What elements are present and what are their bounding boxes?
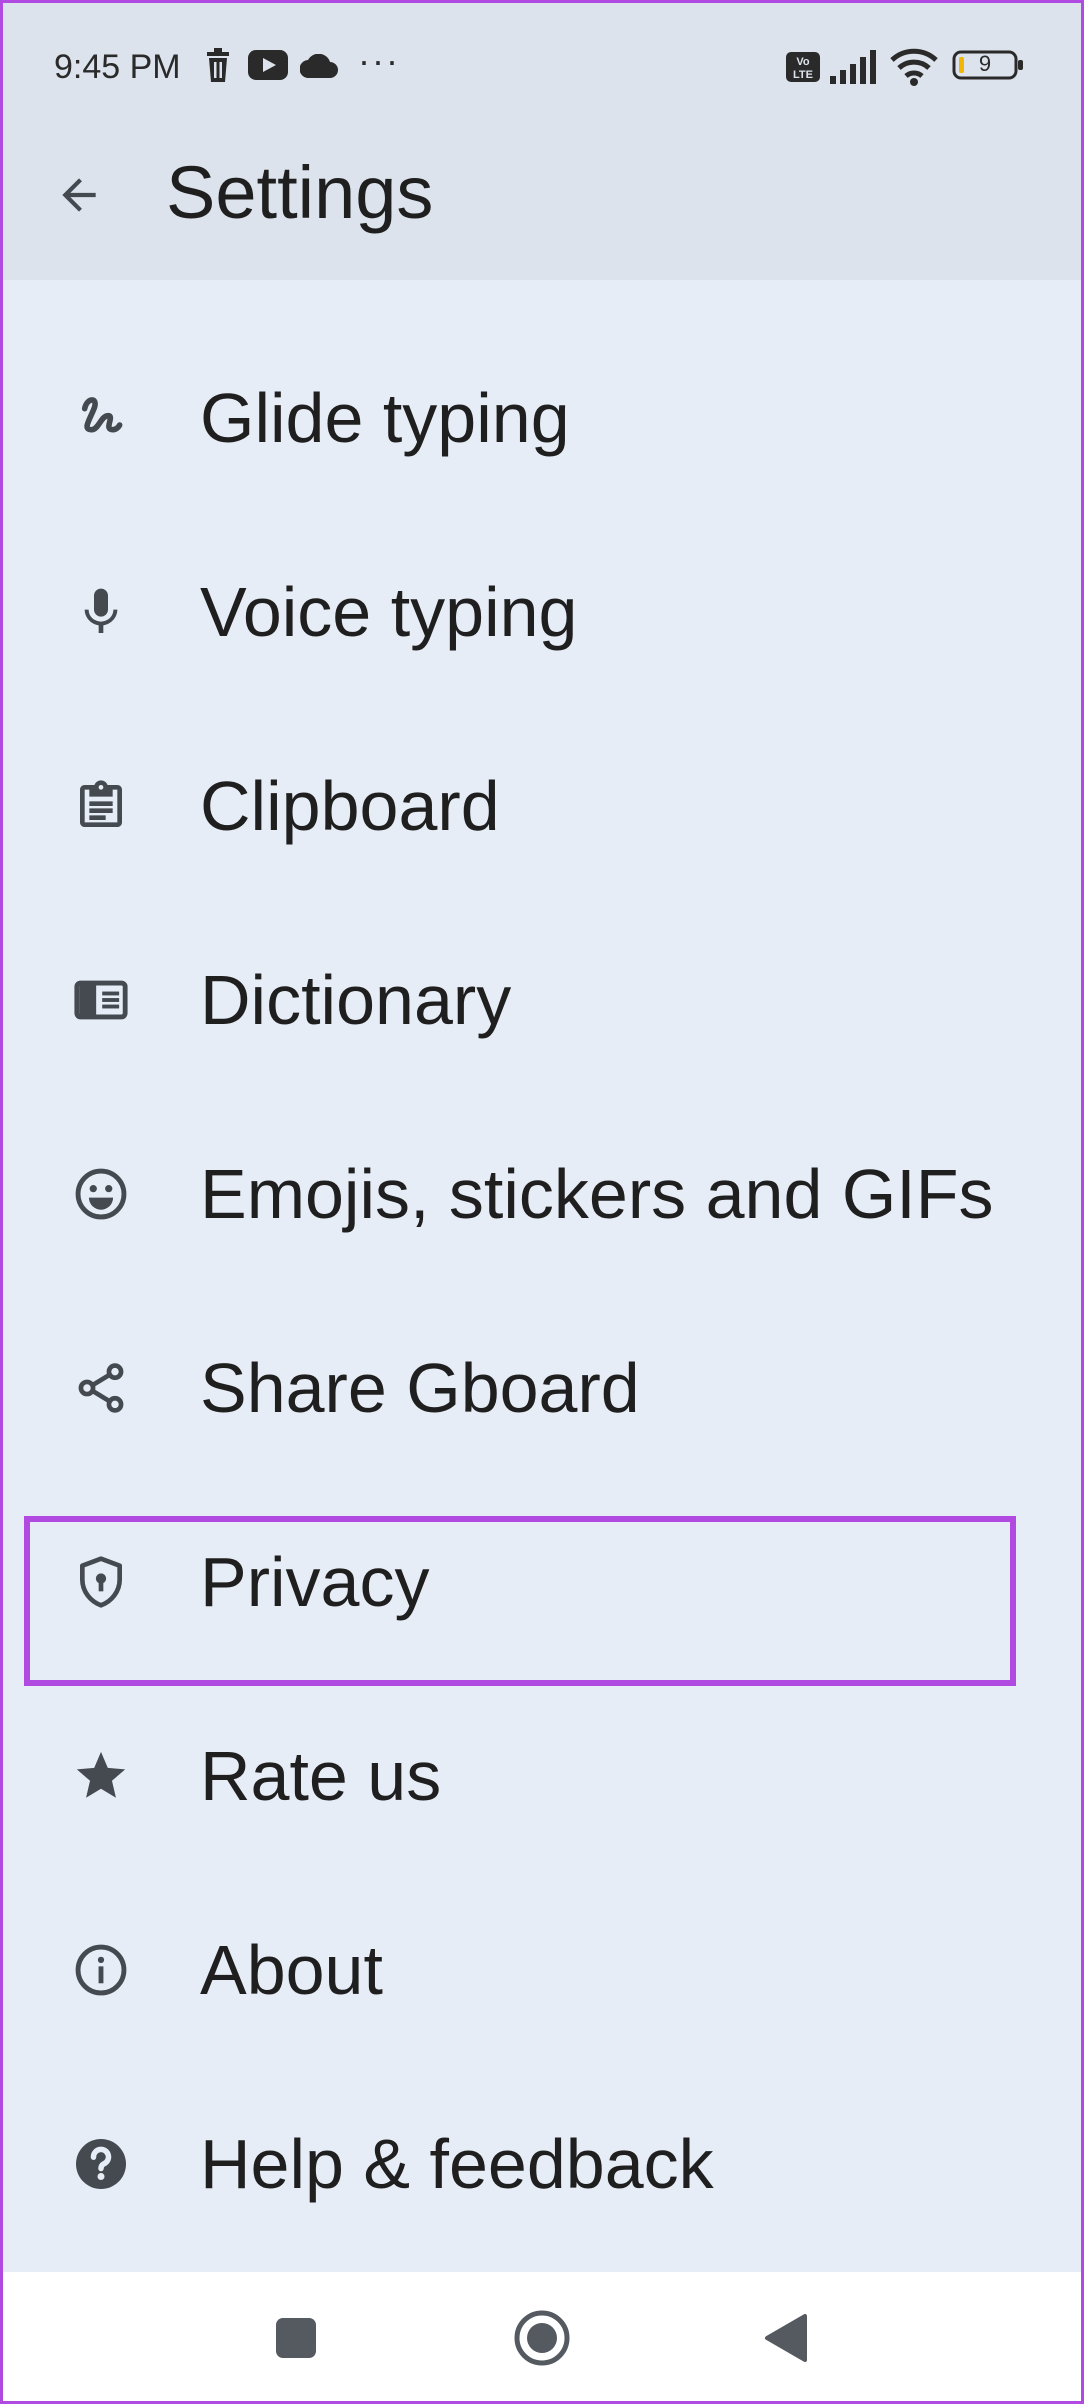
system-nav-bar xyxy=(0,2272,1084,2404)
dictionary-icon xyxy=(66,965,136,1035)
status-bar: 9:45 PM ··· Vo LTE 9 xyxy=(0,40,1084,96)
menu-item-dictionary[interactable]: Dictionary xyxy=(0,915,1084,1085)
privacy-highlight-box xyxy=(24,1516,1016,1686)
menu-item-share-gboard[interactable]: Share Gboard xyxy=(0,1303,1084,1473)
svg-text:LTE: LTE xyxy=(793,69,813,81)
status-time: 9:45 PM xyxy=(54,48,181,86)
menu-item-glide-typing[interactable]: Glide typing xyxy=(0,333,1084,503)
arrow-back-icon xyxy=(54,170,104,225)
cloud-icon xyxy=(299,53,338,83)
signal-icon xyxy=(830,50,878,89)
menu-item-label: Rate us xyxy=(200,1737,442,1815)
menu-item-label: Dictionary xyxy=(200,961,512,1039)
back-button[interactable] xyxy=(44,162,114,232)
menu-item-label: About xyxy=(200,1931,383,2009)
back-nav-button[interactable] xyxy=(746,2300,826,2380)
info-icon xyxy=(66,1935,136,2005)
menu-item-label: Share Gboard xyxy=(200,1349,640,1427)
circle-icon xyxy=(512,2308,572,2373)
menu-item-rate-us[interactable]: Rate us xyxy=(0,1691,1084,1861)
menu-item-label: Help & feedback xyxy=(200,2125,714,2203)
more-notifications: ··· xyxy=(358,40,400,81)
recents-button[interactable] xyxy=(256,2300,336,2380)
menu-item-label: Clipboard xyxy=(200,767,500,845)
help-icon xyxy=(66,2129,136,2199)
menu-item-label: Glide typing xyxy=(200,379,570,457)
settings-header: Settings xyxy=(0,140,1084,250)
menu-item-label: Voice typing xyxy=(200,573,578,651)
page-title: Settings xyxy=(166,151,434,234)
menu-item-voice-typing[interactable]: Voice typing xyxy=(0,527,1084,697)
menu-item-label: Emojis, stickers and GIFs xyxy=(200,1155,994,1233)
battery-icon: 9 xyxy=(952,50,1024,85)
square-icon xyxy=(274,2316,318,2365)
battery-level: 9 xyxy=(978,51,992,76)
volte-icon: Vo LTE xyxy=(786,52,820,87)
home-button[interactable] xyxy=(502,2300,582,2380)
mic-icon xyxy=(66,577,136,647)
emoji-icon xyxy=(66,1159,136,1229)
trash-icon xyxy=(204,48,232,87)
youtube-icon xyxy=(248,50,288,85)
menu-item-clipboard[interactable]: Clipboard xyxy=(0,721,1084,891)
triangle-back-icon xyxy=(763,2313,809,2368)
share-icon xyxy=(66,1353,136,1423)
clipboard-icon xyxy=(66,771,136,841)
star-icon xyxy=(66,1741,136,1811)
menu-item-about[interactable]: About xyxy=(0,1885,1084,2055)
menu-item-emojis[interactable]: Emojis, stickers and GIFs xyxy=(0,1109,1084,1279)
app-bar: 9:45 PM ··· Vo LTE 9 Settings xyxy=(0,0,1084,280)
wifi-icon xyxy=(890,48,938,91)
glide-typing-icon xyxy=(66,383,136,453)
menu-item-help-feedback[interactable]: Help & feedback xyxy=(0,2079,1084,2249)
svg-text:Vo: Vo xyxy=(796,56,810,68)
